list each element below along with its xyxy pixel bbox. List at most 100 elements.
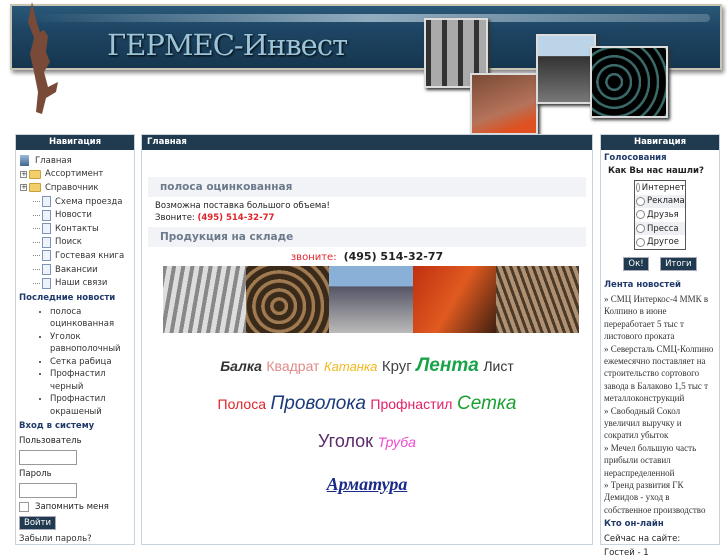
login-title: Вход в систему bbox=[19, 421, 95, 432]
password-input[interactable] bbox=[19, 483, 77, 499]
latest-news-item[interactable]: Профнастил окрашеный bbox=[50, 393, 134, 418]
product-tag[interactable]: Квадрат bbox=[266, 358, 319, 374]
product-tag[interactable]: Катанка bbox=[324, 359, 377, 374]
latest-news-item[interactable]: Сетка рабица bbox=[50, 356, 134, 369]
steel-photo bbox=[470, 73, 538, 135]
computer-icon bbox=[20, 155, 29, 167]
phone-number: (495) 514-32-77 bbox=[197, 213, 275, 223]
tree-line bbox=[33, 201, 40, 203]
tag-row: Арматура bbox=[142, 474, 592, 495]
product-tag[interactable]: Круг bbox=[382, 358, 412, 375]
right-sidebar: Навигация Голосования Как Вы нас нашли? … bbox=[600, 134, 720, 558]
nav-item-label: Гостевая книга bbox=[55, 250, 125, 261]
call-label: Звоните: bbox=[155, 213, 195, 223]
product-tag[interactable]: Профнастил bbox=[370, 396, 452, 412]
poll-option[interactable]: Интернет bbox=[635, 181, 685, 195]
steel-photo bbox=[590, 46, 668, 118]
product-tag[interactable]: Труба bbox=[378, 434, 416, 450]
latest-news-item[interactable]: Профнастил черный bbox=[50, 368, 134, 393]
main-panel-title: Главная bbox=[142, 135, 592, 150]
remember-checkbox[interactable] bbox=[19, 502, 29, 513]
news-feed-item[interactable]: » Тренд развития ГК Демидов - уход в соб… bbox=[601, 479, 719, 516]
nav-item[interactable]: Вакансии bbox=[20, 263, 134, 277]
poll-results-button[interactable]: Итоги bbox=[660, 256, 697, 271]
document-icon bbox=[42, 264, 51, 276]
document-icon bbox=[42, 277, 51, 289]
news-feed-item[interactable]: » СМЦ Интеркос-4 ММК в Колпино в июне пе… bbox=[601, 293, 719, 343]
product-tag[interactable]: Уголок bbox=[318, 431, 373, 451]
stock-heading: Продукция на складе bbox=[148, 227, 586, 247]
product-tag[interactable]: Арматура bbox=[327, 474, 408, 494]
product-tag[interactable]: Балка bbox=[220, 358, 262, 374]
who-online-title: Кто он-лайн bbox=[604, 519, 664, 530]
nav-item[interactable]: Наши связи bbox=[20, 276, 134, 290]
news-feed-title: Лента новостей bbox=[604, 279, 681, 290]
login-button[interactable]: Войти bbox=[19, 516, 57, 531]
latest-news-title: Последние новости bbox=[19, 292, 116, 303]
tree-line bbox=[33, 269, 40, 271]
username-input[interactable] bbox=[19, 450, 77, 466]
folder-icon bbox=[29, 169, 41, 179]
news-heading[interactable]: полоса оцинкованная bbox=[148, 177, 586, 197]
nav-item[interactable]: Поиск bbox=[20, 236, 134, 250]
document-icon bbox=[42, 250, 51, 262]
poll-ok-button[interactable]: Ок! bbox=[623, 256, 649, 271]
radio-button[interactable] bbox=[636, 196, 645, 206]
news-text: Возможна поставка большого объема! bbox=[155, 201, 330, 211]
password-label: Пароль bbox=[19, 469, 52, 480]
site-logo[interactable]: ГЕРМЕС-Инвест bbox=[107, 28, 348, 62]
poll-option-label: Пресса bbox=[647, 223, 679, 234]
news-feed-item[interactable]: » Северсталь СМЦ-Колпино ежемесячно пост… bbox=[601, 343, 719, 405]
expand-icon[interactable]: + bbox=[20, 170, 27, 178]
nav-item[interactable]: Новости bbox=[20, 208, 134, 222]
site-banner: ГЕРМЕС-Инвест bbox=[10, 4, 722, 135]
poll-option[interactable]: Пресса bbox=[635, 221, 685, 236]
document-icon bbox=[42, 196, 51, 208]
poll-option-label: Интернет bbox=[641, 182, 685, 193]
news-feed-item[interactable]: » Мечел большую часть прибыли оставил не… bbox=[601, 442, 719, 479]
expand-icon[interactable]: + bbox=[20, 184, 27, 192]
poll-title: Голосования bbox=[604, 153, 667, 163]
nav-item[interactable]: + Справочник bbox=[20, 181, 134, 195]
right-panel-title: Навигация bbox=[601, 135, 719, 150]
document-icon bbox=[42, 236, 51, 248]
tag-row: Балка Квадрат Катанка Круг Лента Лист bbox=[142, 355, 592, 377]
poll-option[interactable]: Друзья bbox=[635, 208, 685, 222]
product-tag[interactable]: Сетка bbox=[457, 393, 516, 414]
nav-item[interactable]: + Ассортимент bbox=[20, 168, 134, 182]
poll-option[interactable]: Другое bbox=[635, 235, 685, 249]
nav-item-label: Справочник bbox=[45, 182, 99, 193]
radio-button[interactable] bbox=[636, 183, 640, 193]
nav-item-label: Поиск bbox=[55, 237, 82, 248]
nav-item[interactable]: Контакты bbox=[20, 222, 134, 236]
latest-news-item[interactable]: полоса оцинкованная bbox=[50, 306, 134, 331]
tag-row: Полоса Проволока Профнастил Сетка bbox=[142, 393, 592, 415]
tree-line bbox=[33, 214, 40, 216]
poll-option[interactable]: Реклама bbox=[635, 194, 685, 209]
radio-button[interactable] bbox=[636, 210, 645, 220]
news-feed-list: » СМЦ Интеркос-4 ММК в Колпино в июне пе… bbox=[601, 293, 719, 516]
latest-news-item[interactable]: Уголок равнополочный bbox=[50, 331, 134, 356]
product-tag-cloud: Балка Квадрат Катанка Круг Лента Лист По… bbox=[142, 355, 592, 495]
product-tag[interactable]: Полоса bbox=[218, 396, 266, 412]
news-feed-item[interactable]: » Свободный Сокол увеличил выручку и сок… bbox=[601, 405, 719, 442]
nav-item-label: Главная bbox=[35, 155, 72, 166]
tag-row: Уголок Труба bbox=[142, 431, 592, 452]
tree-line bbox=[33, 228, 40, 230]
navigation-tree: Главная + Ассортимент + Справочник Схема прое… bbox=[16, 150, 134, 290]
nav-item-label: Схема проезда bbox=[55, 196, 123, 207]
product-tag[interactable]: Лист bbox=[483, 358, 513, 374]
nav-item[interactable]: Схема проезда bbox=[20, 195, 134, 209]
product-tag[interactable]: Проволока bbox=[271, 393, 366, 414]
nav-item[interactable]: Гостевая книга bbox=[20, 249, 134, 263]
nav-item[interactable]: Главная bbox=[20, 154, 134, 168]
main-content: Главная полоса оцинкованная Возможна пос… bbox=[141, 134, 593, 545]
radio-button[interactable] bbox=[636, 237, 645, 247]
nav-item-label: Наши связи bbox=[55, 278, 108, 289]
radio-button[interactable] bbox=[636, 224, 645, 234]
forgot-password-link[interactable]: Забыли пароль? bbox=[16, 532, 134, 546]
latest-news-list: полоса оцинкованнаяУголок равнополочныйС… bbox=[16, 306, 134, 419]
folder-icon bbox=[29, 183, 41, 193]
left-panel-title: Навигация bbox=[16, 135, 134, 150]
product-tag[interactable]: Лента bbox=[416, 355, 479, 376]
